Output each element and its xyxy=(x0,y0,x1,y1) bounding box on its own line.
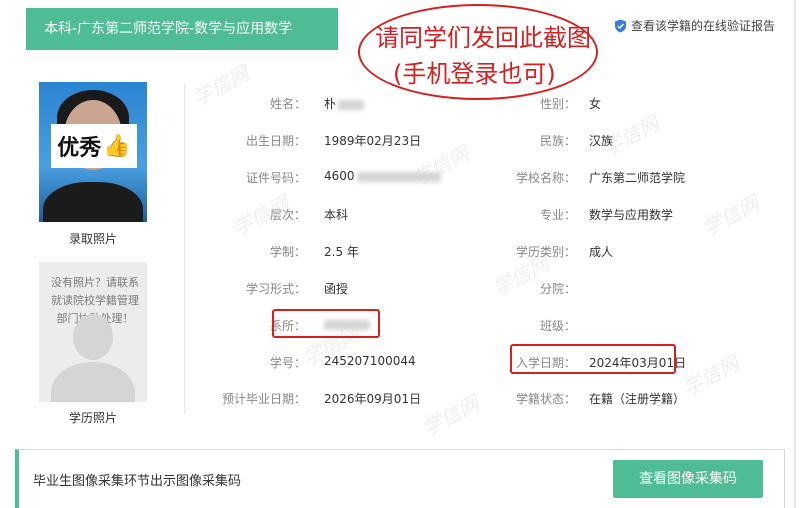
status-value: 在籍（注册学籍） xyxy=(589,392,686,406)
birthdate-label: 出生日期： xyxy=(245,134,306,148)
notice-line-2: (手机登录也可) xyxy=(393,60,556,88)
ethnicity-label: 民族： xyxy=(539,134,576,148)
level-value: 本科 xyxy=(324,208,349,222)
watermark: 学信网 xyxy=(418,391,483,441)
divider xyxy=(184,84,185,414)
class-label: 班级： xyxy=(539,319,576,333)
view-image-code-button[interactable]: 查看图像采集码 xyxy=(613,460,763,498)
school-label: 学校名称： xyxy=(515,171,576,185)
shield-check-icon xyxy=(614,19,627,33)
major-value: 数学与应用数学 xyxy=(589,208,674,222)
student-id-value: 245207100044 xyxy=(324,354,416,368)
image-code-notice: 毕业生图像采集环节出示图像采集码 xyxy=(33,474,242,489)
notice-line-1: 请同学们发回此截图 xyxy=(375,24,591,52)
name-label: 姓名： xyxy=(269,97,306,111)
duration-value: 2.5 年 xyxy=(324,245,359,259)
thumbs-up-icon: 👍 xyxy=(103,133,131,159)
study-mode-value: 函授 xyxy=(324,282,349,296)
id-number-label: 证件号码： xyxy=(245,171,306,185)
student-id-label: 学号： xyxy=(269,356,306,370)
birthdate-value: 1989年02月23日 xyxy=(324,134,422,148)
level-label: 层次： xyxy=(269,208,306,222)
excellent-badge: 优秀 👍 xyxy=(51,124,137,168)
verify-report-link[interactable]: 查看该学籍的在线验证报告 xyxy=(614,17,775,34)
avatar-silhouette-head xyxy=(73,314,113,360)
watermark: 学信网 xyxy=(698,191,763,241)
school-value: 广东第二师范学院 xyxy=(589,171,686,185)
grad-date-label: 预计毕业日期： xyxy=(221,392,306,406)
branch-label: 分院： xyxy=(539,282,576,296)
category-value: 成人 xyxy=(589,245,614,259)
status-label: 学籍状态： xyxy=(515,392,576,406)
program-title-tab: 本科-广东第二师范学院-数学与应用数学 xyxy=(26,8,338,50)
enroll-date-highlight xyxy=(510,344,676,374)
verify-report-label[interactable]: 查看该学籍的在线验证报告 xyxy=(631,17,775,34)
ethnicity-value: 汉族 xyxy=(589,134,614,148)
category-label: 学历类别： xyxy=(515,245,576,259)
diploma-photo-caption: 学历照片 xyxy=(68,411,117,425)
grad-date-value: 2026年09月01日 xyxy=(324,392,422,406)
duration-label: 学制： xyxy=(269,245,306,259)
image-code-bar: 毕业生图像采集环节出示图像采集码 查看图像采集码 xyxy=(15,449,785,508)
gender-label: 性别： xyxy=(539,97,576,111)
name-value: 朴 xyxy=(324,95,365,112)
major-label: 专业： xyxy=(539,208,576,222)
page-edge xyxy=(794,0,796,508)
id-number-value: 4600 xyxy=(324,169,441,183)
study-mode-label: 学习形式： xyxy=(245,282,306,296)
watermark: 学信网 xyxy=(678,351,743,401)
department-highlight xyxy=(272,309,380,338)
diploma-photo-placeholder: 没有照片？请联系就读院校学籍管理部门协助处理！ xyxy=(39,262,147,402)
excellent-badge-label: 优秀 xyxy=(57,136,102,161)
gender-value: 女 xyxy=(589,97,602,111)
admission-photo-caption: 录取照片 xyxy=(68,232,117,246)
avatar-silhouette-body xyxy=(51,362,135,402)
